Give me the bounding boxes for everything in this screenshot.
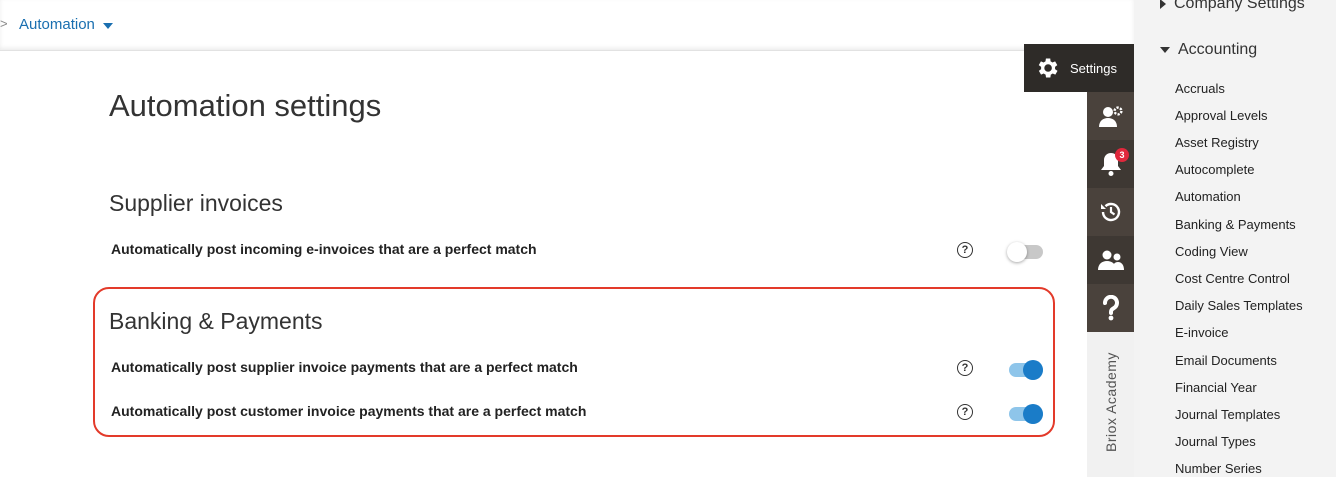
chevron-down-icon: [102, 22, 113, 29]
side-item-journal-types[interactable]: Journal Types: [1175, 434, 1256, 449]
section-title-supplier-invoices: Supplier invoices: [109, 190, 283, 216]
help-icon[interactable]: ?: [957, 360, 973, 376]
briox-academy-tab[interactable]: Briox Academy: [1087, 332, 1135, 477]
toggle-knob: [1023, 360, 1043, 380]
side-item-autocomplete[interactable]: Autocomplete: [1175, 162, 1255, 177]
question-icon: [1103, 295, 1119, 321]
setting-label-post-e-invoices: Automatically post incoming e-invoices t…: [111, 241, 537, 257]
toggle-knob: [1023, 404, 1043, 424]
toggle-knob: [1007, 242, 1027, 262]
notification-badge: 3: [1115, 148, 1129, 162]
gear-icon: [1038, 58, 1058, 78]
section-title-banking-payments: Banking & Payments: [109, 308, 323, 334]
help-icon[interactable]: ?: [957, 404, 973, 420]
toggle-post-customer-payments[interactable]: [1007, 402, 1043, 426]
side-item-financial-year[interactable]: Financial Year: [1175, 380, 1257, 395]
help-button[interactable]: [1087, 284, 1135, 332]
breadcrumb-automation-dropdown[interactable]: Automation: [19, 16, 113, 33]
user-settings-button[interactable]: [1087, 92, 1135, 140]
side-group-label: Accounting: [1178, 41, 1258, 58]
side-item-coding-view[interactable]: Coding View: [1175, 244, 1248, 259]
settings-side-panel: Company Settings Accounting Accruals App…: [1134, 0, 1336, 477]
users-button[interactable]: [1087, 236, 1135, 284]
side-group-company-settings[interactable]: Company Settings: [1160, 0, 1305, 13]
side-item-journal-templates[interactable]: Journal Templates: [1175, 407, 1280, 422]
toggle-post-supplier-payments[interactable]: [1007, 358, 1043, 382]
side-group-accounting[interactable]: Accounting: [1160, 41, 1257, 59]
history-button[interactable]: [1087, 188, 1135, 236]
caret-down-icon: [1160, 47, 1170, 53]
side-item-email-documents[interactable]: Email Documents: [1175, 353, 1277, 368]
side-item-number-series[interactable]: Number Series: [1175, 461, 1262, 476]
user-settings-icon: [1099, 106, 1123, 127]
users-icon: [1098, 250, 1124, 270]
settings-label: Settings: [1070, 60, 1117, 76]
breadcrumb-label: Automation: [19, 16, 95, 33]
side-item-accruals[interactable]: Accruals: [1175, 81, 1225, 96]
toggle-post-e-invoices[interactable]: [1007, 240, 1043, 264]
notifications-button[interactable]: 3: [1087, 140, 1135, 188]
side-item-automation[interactable]: Automation: [1175, 189, 1241, 204]
side-item-daily-sales-templates[interactable]: Daily Sales Templates: [1175, 298, 1303, 313]
top-bar: > Automation: [0, 0, 1134, 51]
caret-right-icon: [1160, 0, 1166, 9]
help-icon[interactable]: ?: [957, 242, 973, 258]
side-item-cost-centre-control[interactable]: Cost Centre Control: [1175, 271, 1290, 286]
setting-label-post-supplier-payments: Automatically post supplier invoice paym…: [111, 359, 578, 375]
page-title: Automation settings: [109, 88, 382, 123]
side-item-e-invoice[interactable]: E-invoice: [1175, 325, 1228, 340]
setting-label-post-customer-payments: Automatically post customer invoice paym…: [111, 403, 587, 419]
breadcrumb-separator: >: [0, 16, 8, 31]
side-group-label: Company Settings: [1174, 0, 1305, 12]
briox-academy-label: Briox Academy: [1103, 352, 1119, 452]
side-item-asset-registry[interactable]: Asset Registry: [1175, 135, 1259, 150]
history-icon: [1101, 202, 1121, 222]
side-item-banking-payments[interactable]: Banking & Payments: [1175, 217, 1296, 232]
settings-button[interactable]: Settings: [1024, 44, 1134, 92]
side-item-approval-levels[interactable]: Approval Levels: [1175, 108, 1268, 123]
